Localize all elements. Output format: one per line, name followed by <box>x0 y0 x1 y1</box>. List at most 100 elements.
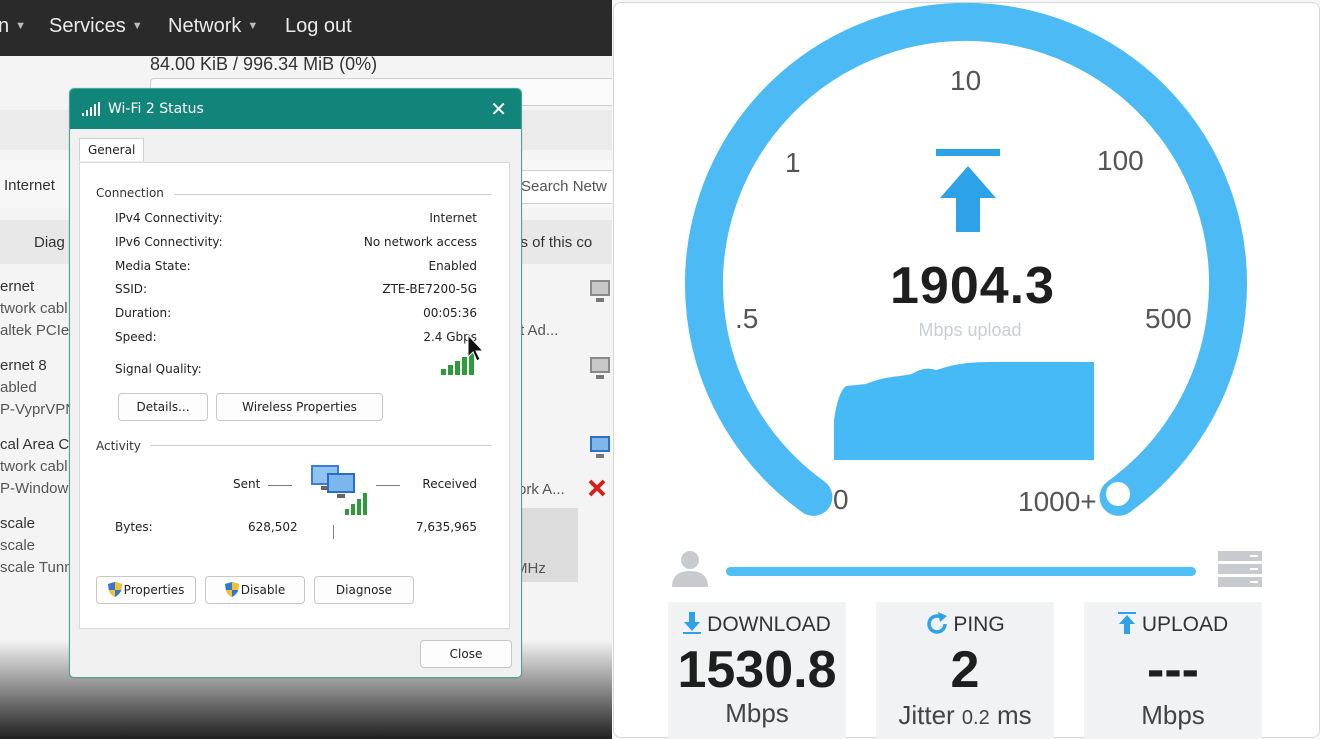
chevron-down-icon: ▼ <box>131 20 143 32</box>
received-label: Received <box>422 477 477 491</box>
jitter-unit: ms <box>996 700 1032 730</box>
divider <box>376 485 400 486</box>
refresh-icon <box>927 612 948 634</box>
bytes-sent-value: 628,502 <box>248 520 298 534</box>
bg-adapter-status: scale <box>0 537 36 554</box>
ping-stat-card: PING 2 Jitter 0.2 ms <box>876 602 1054 739</box>
signal-quality-label: Signal Quality: <box>115 362 202 376</box>
bg-adapter-status: twork cabl <box>0 300 68 317</box>
properties-button[interactable]: Properties <box>96 576 196 604</box>
gauge-tick-0: 0 <box>833 484 849 515</box>
sent-label: Sent <box>233 477 261 491</box>
nav-label: Services <box>49 15 126 37</box>
upload-header: UPLOAD <box>1084 612 1262 637</box>
server-icon <box>1218 551 1262 587</box>
speed-label: Speed: <box>115 330 157 344</box>
wifi-status-dialog: Wi-Fi 2 Status ✕ General Connection IPv4… <box>69 88 522 678</box>
bg-adapter-status: twork cabl <box>0 458 68 475</box>
ssid-value: ZTE-BE7200-5G <box>382 282 477 296</box>
divider <box>333 525 334 539</box>
dialog-titlebar[interactable]: Wi-Fi 2 Status ✕ <box>70 89 521 129</box>
bg-adapter-name: ernet <box>0 278 35 295</box>
download-header: DOWNLOAD <box>668 612 846 637</box>
uac-shield-icon <box>107 582 122 597</box>
gauge-tick-100: 100 <box>1097 145 1144 176</box>
details-button[interactable]: Details... <box>118 393 208 421</box>
gauge-tick-1000plus: 1000+ <box>1018 486 1097 517</box>
computer-icon <box>590 436 610 458</box>
disable-button[interactable]: Disable <box>205 576 305 604</box>
gauge-tick-half: .5 <box>735 303 759 334</box>
media-state-label: Media State: <box>115 259 191 273</box>
uac-shield-icon <box>224 582 239 597</box>
properties-label: Properties <box>123 583 185 597</box>
tab-general[interactable]: General <box>79 138 145 161</box>
download-unit: Mbps <box>725 698 789 728</box>
upload-unit: Mbps <box>1141 700 1205 730</box>
bg-internet-crumb[interactable]: Internet <box>4 177 55 194</box>
ipv4-label: IPv4 Connectivity: <box>115 211 223 225</box>
bg-adapter-device: scale Tunn <box>0 559 73 576</box>
mouse-cursor-icon <box>467 333 485 362</box>
upload-label: UPLOAD <box>1141 613 1229 636</box>
chevron-down-icon: ▼ <box>247 20 259 32</box>
ipv6-label: IPv6 Connectivity: <box>115 235 223 249</box>
general-tab-pane: Connection IPv4 Connectivity: Internet I… <box>79 162 510 629</box>
ipv6-value: No network access <box>363 235 477 249</box>
connection-group-label: Connection <box>96 186 164 200</box>
ping-value: 2 <box>950 641 980 699</box>
download-label: DOWNLOAD <box>707 613 831 636</box>
computer-icon <box>590 357 610 379</box>
ipv4-value: Internet <box>429 211 477 225</box>
nav-item-truncated[interactable]: n ▼ <box>0 15 26 38</box>
bg-diagnose-cmd[interactable]: Diag <box>34 234 65 251</box>
diagnose-button[interactable]: Diagnose <box>314 576 414 604</box>
download-stat-card: DOWNLOAD 1530.8 Mbps <box>668 602 846 739</box>
jitter-label: Jitter <box>898 700 955 730</box>
bg-adapter-device: P-Window <box>0 480 69 497</box>
wireless-properties-button[interactable]: Wireless Properties <box>216 393 383 421</box>
ping-header: PING <box>876 612 1054 637</box>
duration-value: 00:05:36 <box>423 306 477 320</box>
router-admin-pane: n ▼ Services ▼ Network ▼ Log out 84.00 KiB … <box>0 0 612 739</box>
current-speed-value: 1904.3 <box>890 257 1056 315</box>
media-state-value: Enabled <box>428 259 478 273</box>
bg-adapter-device: ork A... <box>518 481 565 498</box>
bytes-label: Bytes: <box>115 520 153 534</box>
current-speed-unit: Mbps upload <box>918 320 1022 340</box>
nav-label: Network <box>168 15 242 37</box>
divider <box>268 485 292 486</box>
disconnected-x-icon <box>588 479 606 497</box>
divider <box>174 194 492 195</box>
nav-label: n <box>0 15 10 37</box>
wifi-signal-icon <box>82 102 100 116</box>
bg-adapter-name: cal Area Co <box>0 436 78 453</box>
jitter-line: Jitter 0.2 ms <box>876 700 1054 731</box>
test-progress-bar <box>726 567 1196 576</box>
download-arrow-icon <box>683 612 702 634</box>
nav-item-services[interactable]: Services ▼ <box>49 15 143 38</box>
bg-adapter-name: scale <box>0 515 36 532</box>
gauge-tick-500: 500 <box>1145 303 1192 334</box>
chevron-down-icon: ▼ <box>15 20 27 32</box>
upload-value: --- <box>1147 641 1199 699</box>
upload-arrow-small-icon <box>1117 612 1136 634</box>
gauge-tick-10: 10 <box>950 65 982 96</box>
activity-group-label: Activity <box>96 439 141 453</box>
dialog-title: Wi-Fi 2 Status <box>108 101 204 117</box>
bytes-received-value: 7,635,965 <box>415 520 477 534</box>
upload-stat-card: UPLOAD --- Mbps <box>1084 602 1262 739</box>
nav-item-network[interactable]: Network ▼ <box>168 15 258 38</box>
bg-adapter-name: ernet 8 <box>0 357 47 374</box>
divider <box>150 445 492 446</box>
router-top-nav: n ▼ Services ▼ Network ▼ Log out <box>0 0 612 56</box>
ssid-label: SSID: <box>115 282 148 296</box>
gauge-tick-1: 1 <box>785 147 801 178</box>
nav-item-logout[interactable]: Log out <box>285 15 352 38</box>
bg-adapter-status: abled <box>0 379 37 396</box>
network-computers-icon <box>311 465 367 515</box>
close-icon[interactable]: ✕ <box>490 97 507 121</box>
bg-adapter-device: P-VyprVPN <box>0 401 77 418</box>
close-button[interactable]: Close <box>420 640 512 668</box>
bg-adapter-device: altek PCIe <box>0 322 70 339</box>
